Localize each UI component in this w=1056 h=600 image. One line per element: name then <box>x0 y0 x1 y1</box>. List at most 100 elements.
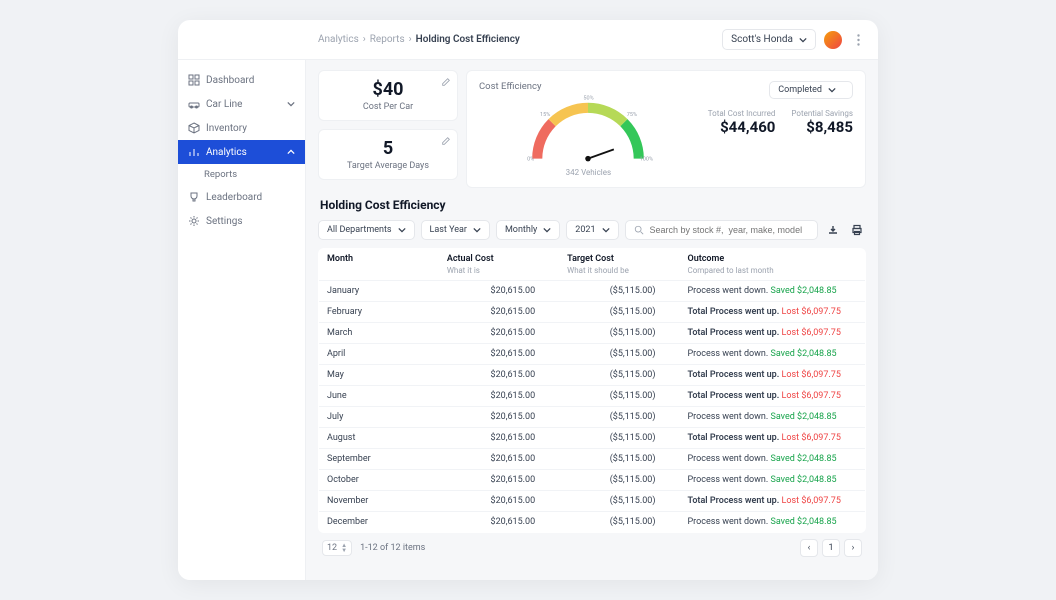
sidebar: Dashboard Car Line Inventory <box>178 60 306 580</box>
pager-current[interactable]: 1 <box>822 539 840 557</box>
chevron-down-icon <box>799 36 807 44</box>
filter-interval[interactable]: Monthly <box>496 220 560 240</box>
table-row[interactable]: August$20,615.00($5,115.00)Total Process… <box>319 428 866 449</box>
table-row[interactable]: October$20,615.00($5,115.00)Process went… <box>319 470 866 491</box>
pager-prev[interactable]: ‹ <box>800 539 818 557</box>
app-window: Analytics › Reports › Holding Cost Effic… <box>178 20 878 580</box>
cell-target: ($5,115.00) <box>559 491 679 512</box>
per-page-stepper[interactable]: 12 ▲▼ <box>322 540 352 556</box>
cell-outcome: Total Process went up. Lost $6,097.75 <box>679 365 865 386</box>
trophy-icon <box>188 191 200 203</box>
cell-outcome: Total Process went up. Lost $6,097.75 <box>679 428 865 449</box>
search-input[interactable] <box>650 225 810 235</box>
sidebar-item-label: Reports <box>204 169 237 180</box>
breadcrumb: Analytics › Reports › Holding Cost Effic… <box>318 34 520 45</box>
col-outcome[interactable]: OutcomeCompared to last month <box>679 249 865 281</box>
cell-target: ($5,115.00) <box>559 302 679 323</box>
chevron-down-icon <box>543 226 551 234</box>
kebab-menu-icon[interactable] <box>850 32 866 48</box>
table-row[interactable]: November$20,615.00($5,115.00)Total Proce… <box>319 491 866 512</box>
table-row[interactable]: May$20,615.00($5,115.00)Total Process we… <box>319 365 866 386</box>
cell-month: June <box>319 386 439 407</box>
box-icon <box>188 122 200 134</box>
chart-icon <box>188 146 200 158</box>
stepper-icon: ▲▼ <box>341 543 347 553</box>
table-footer: 12 ▲▼ 1-12 of 12 items ‹ 1 › <box>318 533 866 557</box>
sidebar-item-settings[interactable]: Settings <box>178 209 305 233</box>
cell-actual: $20,615.00 <box>439 470 559 491</box>
sidebar-subitem-reports[interactable]: Reports <box>178 164 305 185</box>
cell-month: March <box>319 323 439 344</box>
col-month[interactable]: Month <box>319 249 439 281</box>
sidebar-item-label: Inventory <box>206 123 295 134</box>
table-row[interactable]: July$20,615.00($5,115.00)Process went do… <box>319 407 866 428</box>
download-icon[interactable] <box>824 221 842 239</box>
avatar[interactable] <box>824 31 842 49</box>
cell-target: ($5,115.00) <box>559 281 679 302</box>
svg-text:0%: 0% <box>527 156 534 162</box>
table-row[interactable]: September$20,615.00($5,115.00)Process we… <box>319 449 866 470</box>
cell-target: ($5,115.00) <box>559 428 679 449</box>
svg-text:100%: 100% <box>640 156 653 162</box>
cell-outcome: Total Process went up. Lost $6,097.75 <box>679 323 865 344</box>
cell-actual: $20,615.00 <box>439 344 559 365</box>
sidebar-item-carline[interactable]: Car Line <box>178 92 305 116</box>
cell-actual: $20,615.00 <box>439 449 559 470</box>
chevron-right-icon: › <box>409 34 412 45</box>
table-row[interactable]: March$20,615.00($5,115.00)Total Process … <box>319 323 866 344</box>
print-icon[interactable] <box>848 221 866 239</box>
sidebar-item-analytics[interactable]: Analytics <box>178 140 305 164</box>
cell-month: July <box>319 407 439 428</box>
topbar: Analytics › Reports › Holding Cost Effic… <box>178 20 878 60</box>
metric-value: $40 <box>329 79 447 100</box>
table-row[interactable]: February$20,615.00($5,115.00)Total Proce… <box>319 302 866 323</box>
cell-target: ($5,115.00) <box>559 365 679 386</box>
sidebar-item-label: Leaderboard <box>206 192 295 203</box>
cell-actual: $20,615.00 <box>439 386 559 407</box>
sidebar-item-leaderboard[interactable]: Leaderboard <box>178 185 305 209</box>
edit-icon[interactable] <box>441 136 451 146</box>
table-row[interactable]: January$20,615.00($5,115.00)Process went… <box>319 281 866 302</box>
table-row[interactable]: June$20,615.00($5,115.00)Total Process w… <box>319 386 866 407</box>
breadcrumb-root[interactable]: Analytics <box>318 34 359 45</box>
status-select[interactable]: Completed <box>769 81 853 99</box>
table-row[interactable]: April$20,615.00($5,115.00)Process went d… <box>319 344 866 365</box>
sidebar-item-label: Analytics <box>206 147 281 158</box>
filter-range[interactable]: Last Year <box>421 220 490 240</box>
cell-actual: $20,615.00 <box>439 365 559 386</box>
sidebar-item-inventory[interactable]: Inventory <box>178 116 305 140</box>
cell-target: ($5,115.00) <box>559 344 679 365</box>
filter-year[interactable]: 2021 <box>566 220 618 240</box>
savings-value: $8,485 <box>791 118 853 136</box>
breadcrumb-mid[interactable]: Reports <box>370 34 405 45</box>
col-target[interactable]: Target CostWhat it should be <box>559 249 679 281</box>
chevron-up-icon <box>287 148 295 156</box>
sidebar-item-dashboard[interactable]: Dashboard <box>178 68 305 92</box>
cell-target: ($5,115.00) <box>559 407 679 428</box>
metric-value: 5 <box>329 138 447 159</box>
chevron-down-icon <box>473 226 481 234</box>
metric-label: Cost Per Car <box>329 102 447 112</box>
cell-month: January <box>319 281 439 302</box>
pager-next[interactable]: › <box>844 539 862 557</box>
cell-actual: $20,615.00 <box>439 281 559 302</box>
breadcrumb-current: Holding Cost Efficiency <box>416 34 520 45</box>
cell-actual: $20,615.00 <box>439 512 559 533</box>
cell-outcome: Process went down. Saved $2,048.85 <box>679 512 865 533</box>
col-actual[interactable]: Actual CostWhat it is <box>439 249 559 281</box>
search-input-wrapper[interactable] <box>625 220 819 240</box>
cell-outcome: Process went down. Saved $2,048.85 <box>679 281 865 302</box>
dashboard-icon <box>188 74 200 86</box>
chevron-right-icon: › <box>363 34 366 45</box>
gauge-card: Cost Efficiency <box>466 70 866 188</box>
table-row[interactable]: December$20,615.00($5,115.00)Process wen… <box>319 512 866 533</box>
svg-text:15%: 15% <box>540 112 550 118</box>
cell-month: December <box>319 512 439 533</box>
edit-icon[interactable] <box>441 77 451 87</box>
cell-month: August <box>319 428 439 449</box>
dealer-select[interactable]: Scott's Honda <box>722 29 816 50</box>
data-table: Month Actual CostWhat it is Target CostW… <box>318 248 866 533</box>
filter-department[interactable]: All Departments <box>318 220 415 240</box>
cell-outcome: Process went down. Saved $2,048.85 <box>679 344 865 365</box>
chevron-down-icon <box>602 226 610 234</box>
